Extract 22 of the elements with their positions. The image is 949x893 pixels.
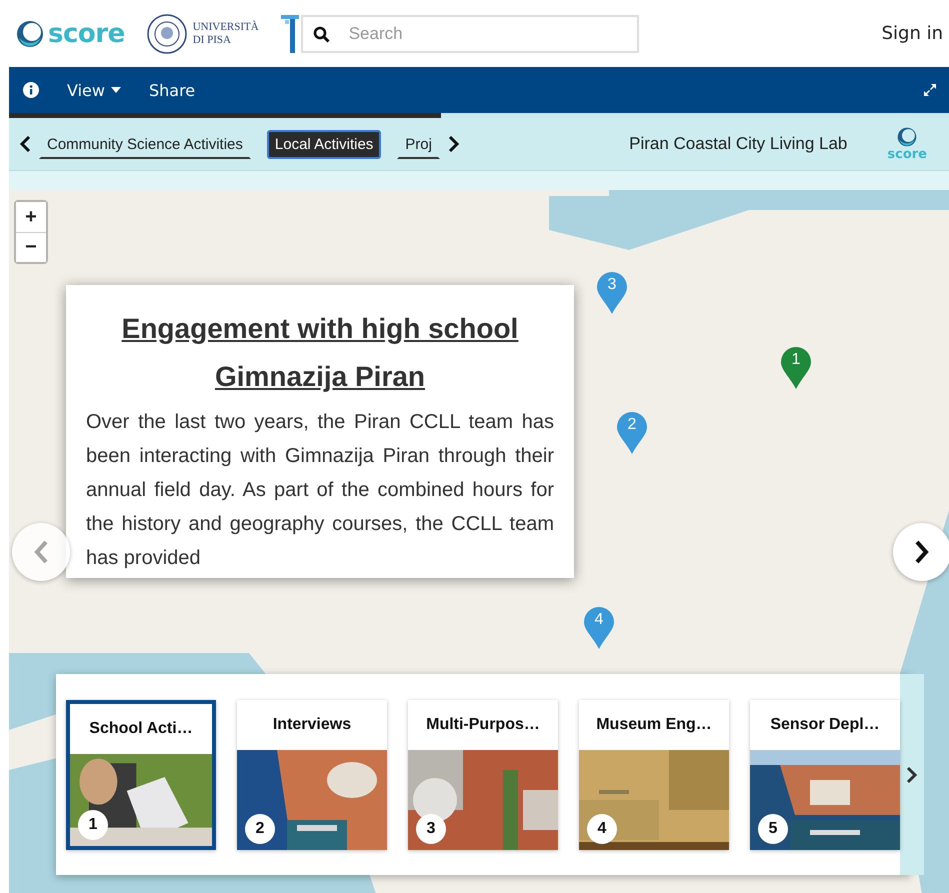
logo-icon — [897, 126, 918, 146]
info-icon[interactable] — [23, 82, 39, 98]
logo-text: score — [887, 146, 927, 162]
chevron-left-icon[interactable] — [19, 136, 31, 152]
seal-icon — [146, 14, 187, 54]
tab[interactable]: Local Activities — [266, 130, 382, 158]
share-link[interactable]: Share — [148, 80, 196, 100]
lab-title: Piran Coastal City Living Lab — [629, 134, 848, 154]
logo-text: score — [48, 18, 125, 48]
expand-icon[interactable] — [923, 83, 937, 97]
chevron-right-icon[interactable] — [448, 136, 460, 152]
pixel-logo-icon — [280, 14, 299, 52]
caret-icon — [110, 87, 121, 93]
sign-in-link[interactable]: Sign in — [882, 23, 943, 44]
logo-icon — [16, 20, 44, 48]
university-name: UNIVERSITÀ — [192, 20, 259, 34]
search-icon — [312, 26, 330, 42]
university-name: DI PISA — [192, 34, 232, 46]
search-field[interactable]: Search — [300, 14, 639, 52]
tab[interactable]: Community Science Activities — [39, 130, 251, 158]
tab[interactable]: Proj — [397, 130, 440, 158]
view-menu[interactable]: View — [67, 80, 121, 100]
